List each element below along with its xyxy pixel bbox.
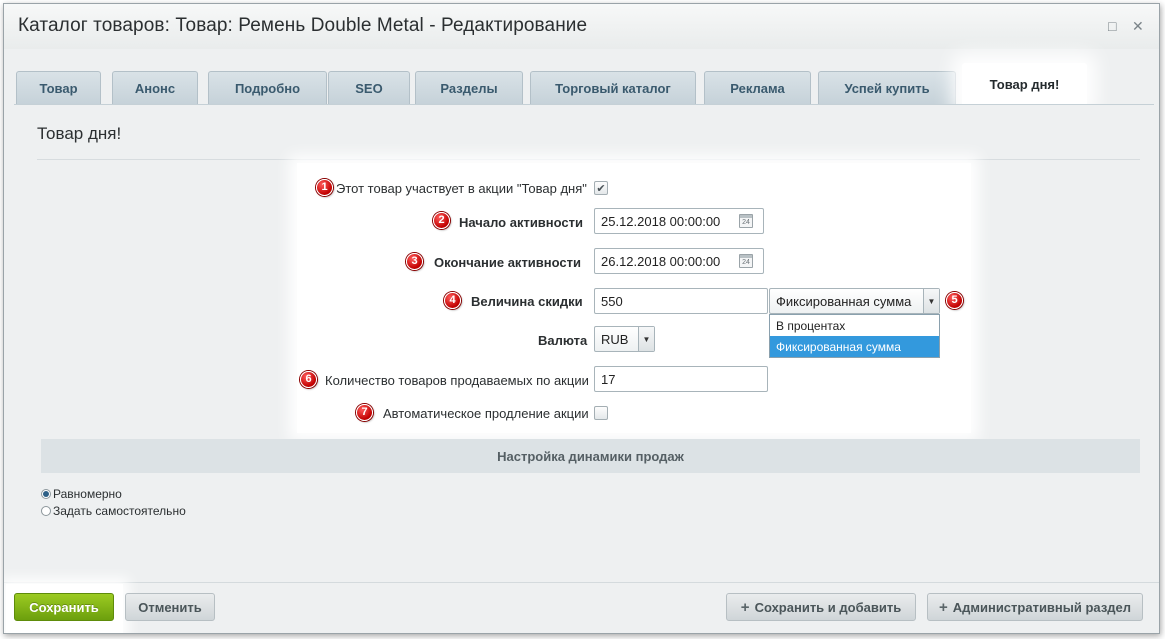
tab-bar: Товар Анонс Подробно SEO Разделы Торговы… (14, 63, 1154, 104)
badge-2: 2 (433, 212, 450, 229)
currency-label: Валюта (538, 333, 588, 348)
sales-dynamics-header: Настройка динамики продаж (41, 439, 1140, 473)
badge-4: 4 (444, 292, 461, 309)
quantity-input[interactable]: 17 (594, 366, 768, 392)
option-percent[interactable]: В процентах (770, 315, 939, 336)
plus-icon: + (938, 598, 948, 616)
badge-1: 1 (316, 179, 333, 196)
calendar-day: 24 (742, 219, 750, 226)
calendar-day: 24 (742, 259, 750, 266)
option-fixed-sum[interactable]: Фиксированная сумма (770, 336, 939, 357)
badge-7: 7 (356, 404, 373, 421)
chevron-down-icon[interactable]: ▼ (923, 289, 939, 313)
close-icon[interactable]: ✕ (1132, 18, 1144, 34)
end-date-value: 26.12.2018 00:00:00 (601, 253, 721, 269)
cancel-button[interactable]: Отменить (125, 593, 215, 621)
radio-uniform[interactable]: Равномерно (41, 487, 122, 501)
participates-checkbox[interactable]: ✔ (594, 181, 608, 195)
radio-custom-label: Задать самостоятельно (53, 504, 186, 518)
badge-6: 6 (300, 371, 317, 388)
window-title: Каталог товаров: Товар: Ремень Double Me… (18, 15, 588, 36)
edit-window: Каталог товаров: Товар: Ремень Double Me… (3, 3, 1160, 634)
start-date-value: 25.12.2018 00:00:00 (601, 213, 721, 229)
discount-input[interactable]: 550 (594, 288, 768, 314)
tab-seo[interactable]: SEO (328, 71, 410, 104)
tab-panel: Товар дня! 1 Этот товар участвует в акци… (14, 104, 1154, 582)
discount-value: 550 (601, 293, 623, 309)
radio-custom[interactable]: Задать самостоятельно (41, 504, 186, 518)
radio-button[interactable] (41, 489, 51, 499)
discount-type-value: Фиксированная сумма (776, 293, 912, 309)
participates-label: Этот товар участвует в акции "Товар дня" (336, 181, 587, 196)
admin-section-button[interactable]: + Административный раздел (927, 593, 1143, 621)
save-and-add-label: Сохранить и добавить (754, 599, 902, 615)
tab-product-of-day[interactable]: Товар дня! (962, 63, 1087, 104)
end-label: Окончание активности (434, 255, 581, 270)
badge-5: 5 (946, 292, 963, 309)
quantity-value: 17 (601, 371, 616, 387)
save-and-add-button[interactable]: + Сохранить и добавить (726, 593, 916, 621)
currency-value: RUB (601, 331, 629, 347)
discount-type-dropdown: В процентах Фиксированная сумма (769, 314, 940, 358)
calendar-icon[interactable]: 24 (739, 254, 753, 268)
panel-title: Товар дня! (37, 124, 122, 143)
tab-sections[interactable]: Разделы (415, 71, 523, 104)
tab-hurry-to-buy[interactable]: Успей купить (818, 71, 956, 104)
discount-type-select[interactable]: Фиксированная сумма ▼ (769, 288, 940, 314)
tab-advertising[interactable]: Реклама (704, 71, 811, 104)
radio-button[interactable] (41, 506, 51, 516)
check-icon: ✔ (596, 182, 606, 195)
maximize-icon[interactable]: □ (1108, 18, 1116, 34)
auto-renew-checkbox[interactable] (594, 406, 608, 420)
chevron-down-icon[interactable]: ▼ (638, 327, 654, 351)
quantity-label: Количество товаров продаваемых по акции (325, 373, 589, 388)
tab-product[interactable]: Товар (16, 71, 101, 104)
tab-details[interactable]: Подробно (208, 71, 327, 104)
auto-renew-label: Автоматическое продление акции (383, 406, 589, 421)
discount-label: Величина скидки (471, 294, 583, 309)
admin-section-label: Административный раздел (952, 599, 1132, 615)
panel-divider (37, 159, 1140, 160)
start-label: Начало активности (459, 215, 584, 230)
save-button[interactable]: Сохранить (14, 593, 114, 621)
currency-select[interactable]: RUB ▼ (594, 326, 655, 352)
radio-uniform-label: Равномерно (53, 487, 122, 501)
tab-announce[interactable]: Анонс (112, 71, 198, 104)
tab-trade-catalog[interactable]: Торговый каталог (530, 71, 696, 104)
calendar-icon[interactable]: 24 (739, 214, 753, 228)
plus-icon: + (740, 598, 750, 616)
title-bar: Каталог товаров: Товар: Ремень Double Me… (4, 4, 1159, 49)
badge-3: 3 (406, 253, 423, 270)
